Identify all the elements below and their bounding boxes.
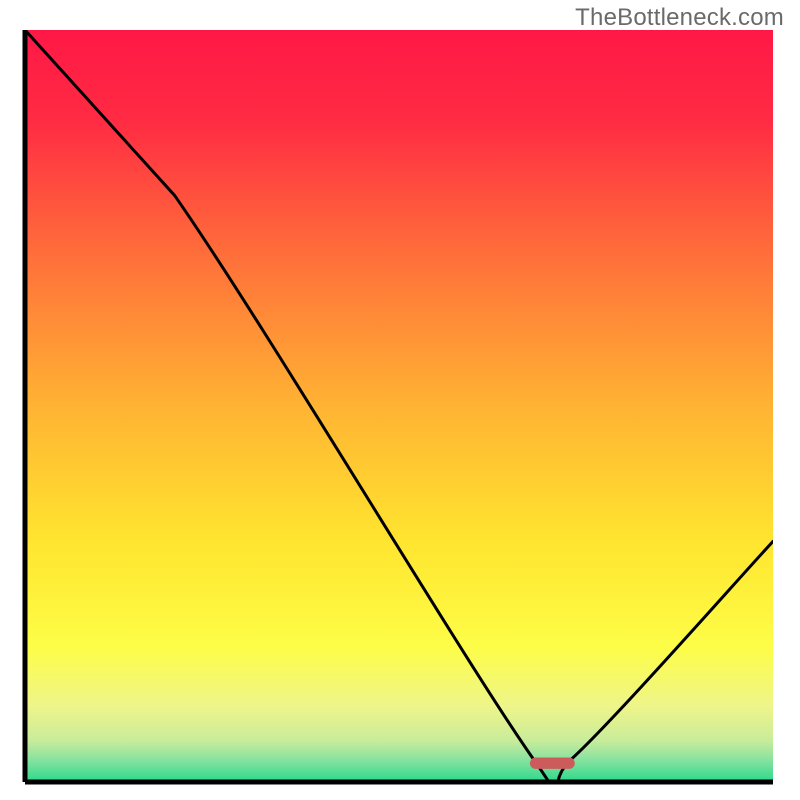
watermark-text: TheBottleneck.com (575, 4, 784, 32)
marker-optimal-marker (530, 758, 575, 769)
chart-background-gradient (25, 30, 773, 782)
bottleneck-chart (0, 0, 800, 800)
chart-markers (530, 758, 575, 769)
